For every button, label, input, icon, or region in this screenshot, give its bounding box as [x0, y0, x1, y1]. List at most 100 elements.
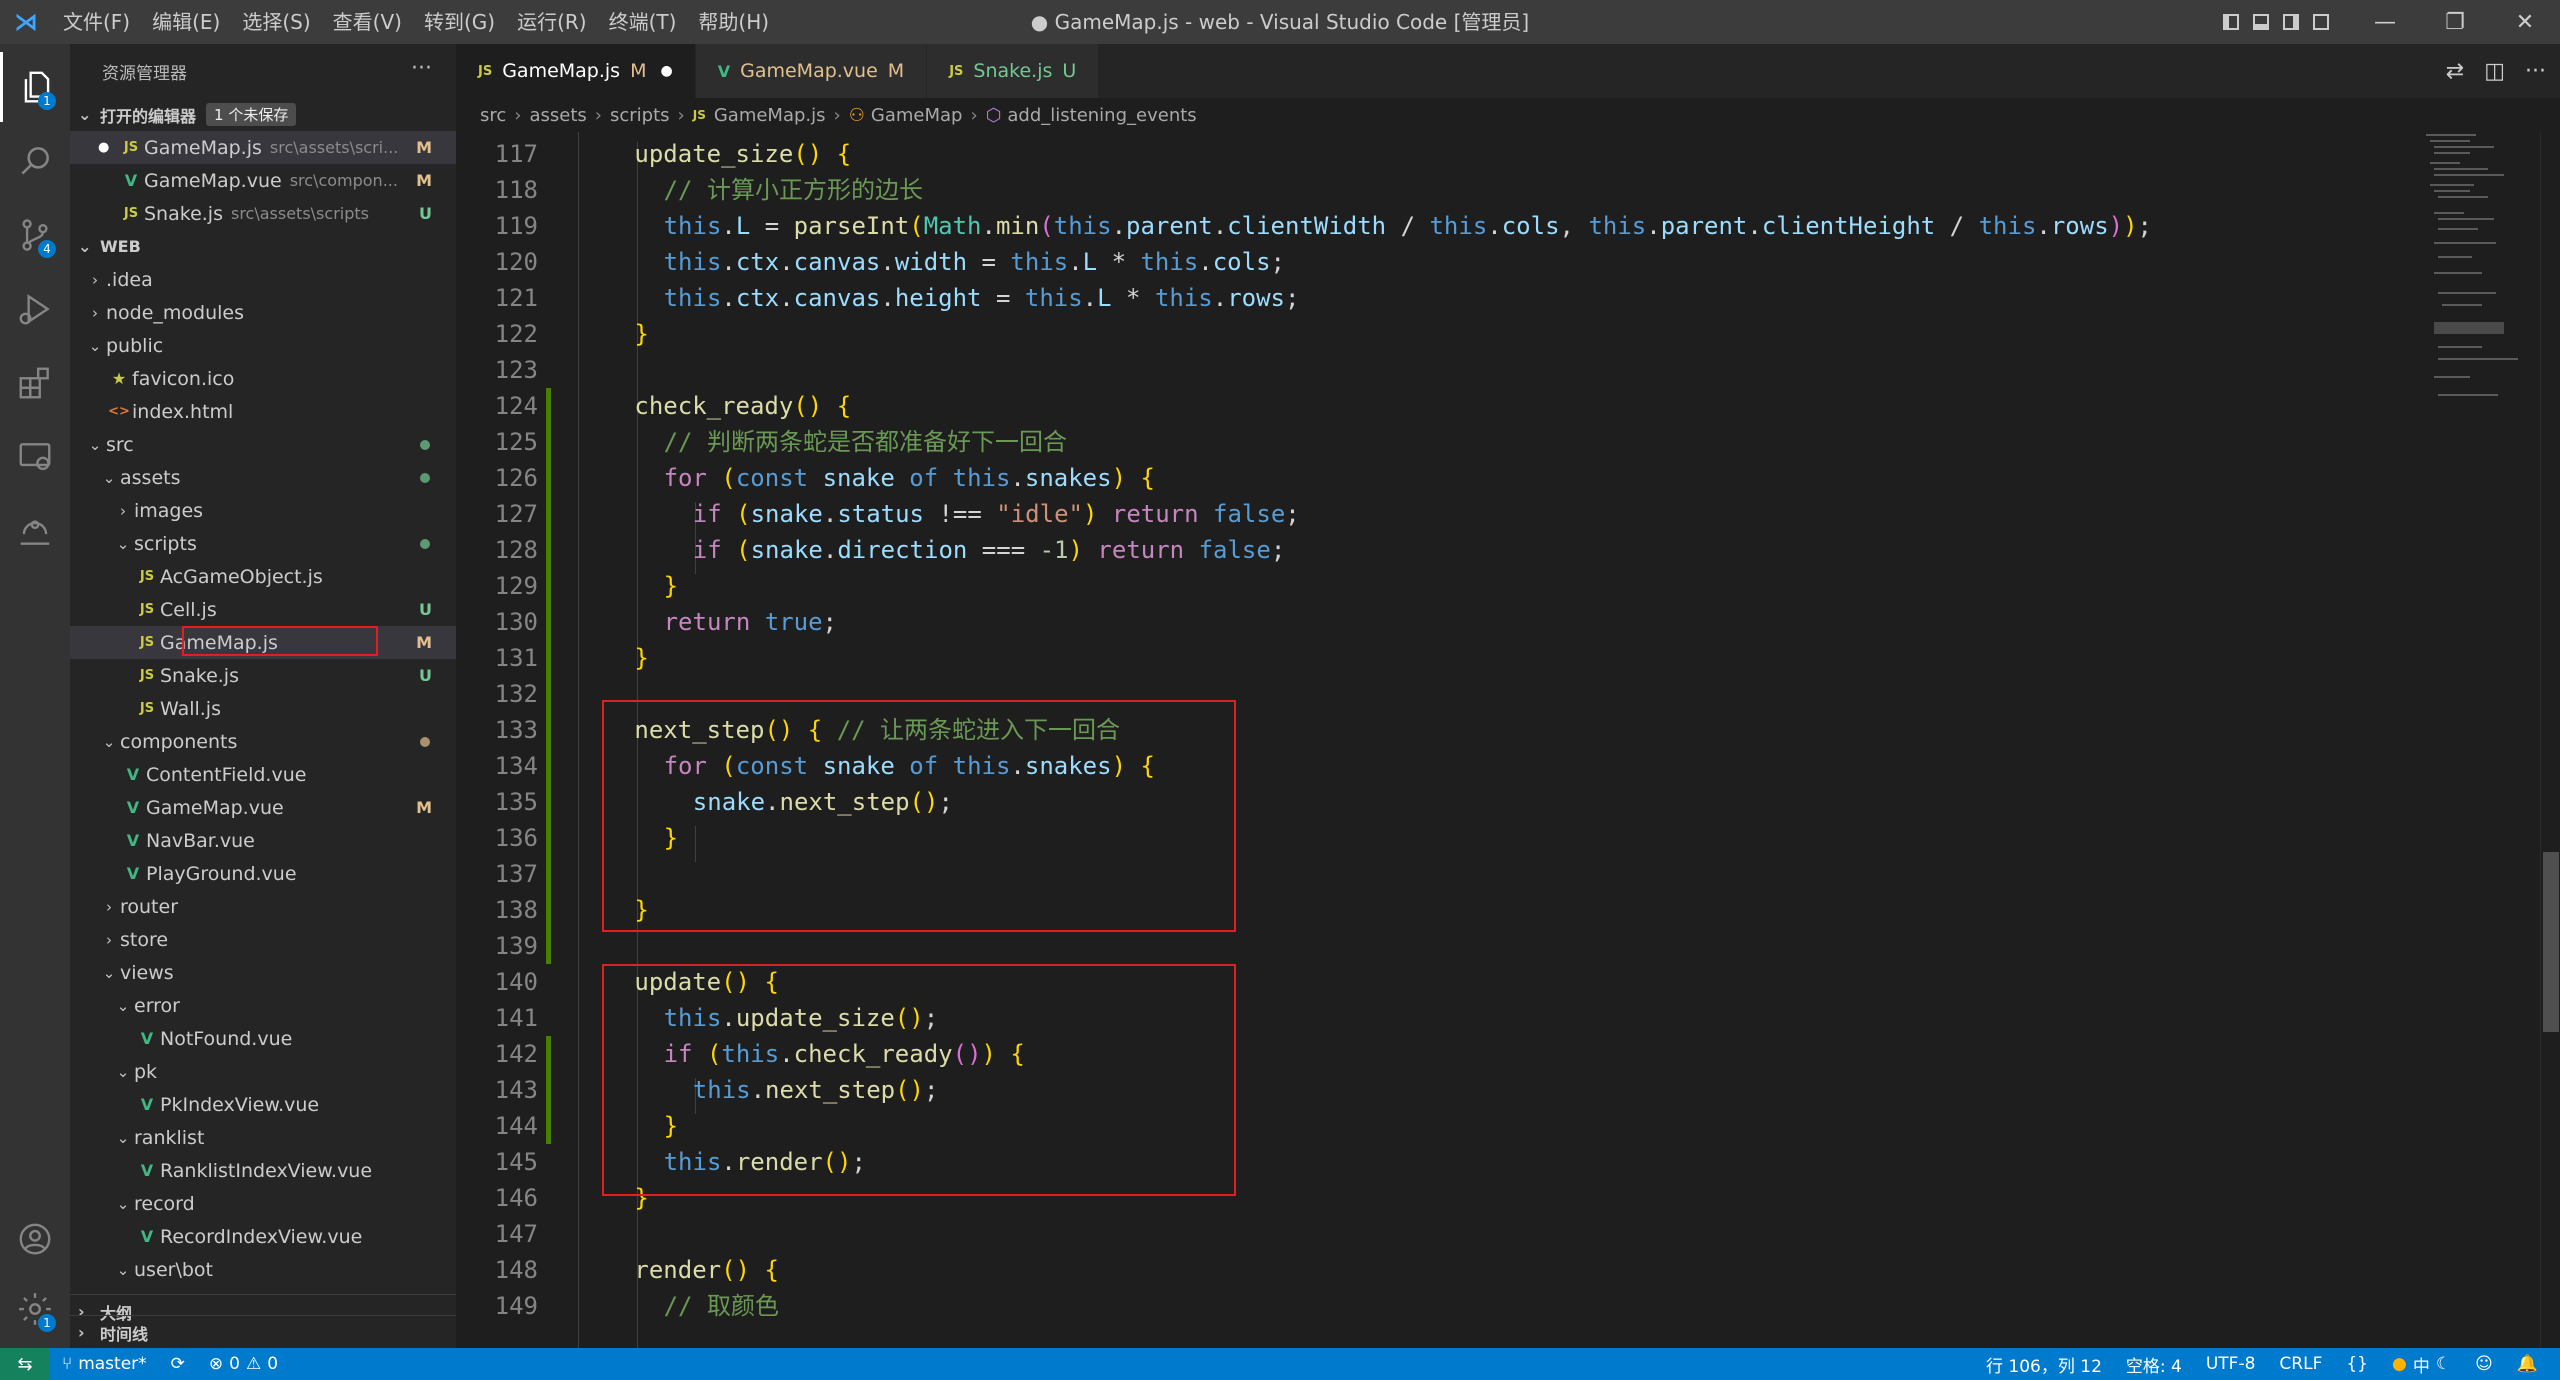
timeline-git-icon[interactable]	[0, 496, 70, 566]
tree-folder[interactable]: ⌄ assets	[70, 461, 456, 494]
unsaved-dot-icon[interactable]: ●	[98, 140, 118, 155]
menu-view[interactable]: 查看(V)	[322, 0, 413, 44]
run-debug-icon[interactable]	[0, 274, 70, 344]
tree-folder[interactable]: ⌄ scripts	[70, 527, 456, 560]
tree-file[interactable]: V PlayGround.vue	[70, 857, 456, 890]
tree-folder[interactable]: ⌄ error	[70, 989, 456, 1022]
tree-file[interactable]: V PkIndexView.vue	[70, 1088, 456, 1121]
compare-changes-icon[interactable]: ⇄	[2446, 59, 2464, 84]
encoding[interactable]: UTF-8	[2194, 1354, 2268, 1374]
menu-file[interactable]: 文件(F)	[52, 0, 141, 44]
problems-indicator[interactable]: ⊗ 0 ⚠ 0	[197, 1354, 290, 1374]
menu-go[interactable]: 转到(G)	[413, 0, 506, 44]
customize-layout-icon[interactable]	[2306, 0, 2336, 44]
menu-run[interactable]: 运行(R)	[506, 0, 598, 44]
tree-folder[interactable]: › router	[70, 890, 456, 923]
source-control-icon[interactable]: 4	[0, 200, 70, 270]
tree-file[interactable]: JS GameMap.js M	[70, 626, 456, 659]
tree-folder[interactable]: › .idea	[70, 263, 456, 296]
tree-folder[interactable]: ⌄ user\bot	[70, 1253, 456, 1286]
git-status-dot-icon	[420, 439, 430, 450]
close-window-button[interactable]: ✕	[2490, 0, 2560, 44]
language-mode[interactable]: {}	[2334, 1354, 2380, 1374]
tab-snake-js[interactable]: JS Snake.js U	[927, 44, 1100, 98]
remote-explorer-icon[interactable]	[0, 422, 70, 492]
indentation[interactable]: 空格: 4	[2114, 1352, 2194, 1377]
tree-folder[interactable]: ⌄ src	[70, 428, 456, 461]
account-icon[interactable]	[0, 1204, 70, 1274]
breadcrumb-file[interactable]: GameMap.js	[714, 105, 826, 126]
tree-file[interactable]: JS Cell.js U	[70, 593, 456, 626]
code-line: // 判断两条蛇是否都准备好下一回合	[663, 428, 1067, 456]
ime-indicator[interactable]: ● 中 ☾	[2380, 1352, 2463, 1377]
restore-button[interactable]: ❐	[2420, 0, 2490, 44]
breadcrumb-src[interactable]: src	[480, 105, 506, 126]
tab-gamemap-vue[interactable]: V GameMap.vue M	[695, 44, 928, 98]
menu-terminal[interactable]: 终端(T)	[598, 0, 688, 44]
tree-file[interactable]: V RecordIndexView.vue	[70, 1220, 456, 1253]
extensions-icon[interactable]	[0, 348, 70, 418]
explorer-more-icon[interactable]: ···	[411, 56, 432, 81]
toggle-panel-icon[interactable]	[2246, 0, 2276, 44]
menu-edit[interactable]: 编辑(E)	[141, 0, 231, 44]
menu-help[interactable]: 帮助(H)	[687, 0, 780, 44]
breadcrumb-class[interactable]: GameMap	[871, 105, 963, 126]
menu-selection[interactable]: 选择(S)	[231, 0, 321, 44]
tree-file[interactable]: V GameMap.vue M	[70, 791, 456, 824]
tree-folder[interactable]: ⌄ components	[70, 725, 456, 758]
tree-folder[interactable]: ⌄ ranklist	[70, 1121, 456, 1154]
git-change-gutter	[546, 640, 551, 676]
workspace-section[interactable]: ⌄ WEB	[70, 230, 456, 263]
code-editor[interactable]: 117 update_size() {118 // 计算小正方形的边长 119 this…	[456, 132, 2560, 1348]
tree-file[interactable]: V ContentField.vue	[70, 758, 456, 791]
search-icon[interactable]	[0, 126, 70, 196]
line-number: 146	[494, 1184, 538, 1212]
settings-gear-icon[interactable]: 1	[0, 1274, 70, 1344]
tree-folder[interactable]: › node_modules	[70, 296, 456, 329]
tree-file[interactable]: V NavBar.vue	[70, 824, 456, 857]
tree-folder[interactable]: ⌄ public	[70, 329, 456, 362]
toggle-sidebar-icon[interactable]	[2216, 0, 2246, 44]
breadcrumb-method[interactable]: add_listening_events	[1007, 105, 1196, 126]
tree-file[interactable]: ★ favicon.ico	[70, 362, 456, 395]
sync-icon[interactable]: ⟳	[159, 1354, 197, 1374]
tab-gamemap-js[interactable]: JS GameMap.js M ●	[456, 44, 696, 98]
tree-file[interactable]: <> index.html	[70, 395, 456, 428]
breadcrumb-assets[interactable]: assets	[529, 105, 586, 126]
tree-folder[interactable]: › store	[70, 923, 456, 956]
tab-label: GameMap.js	[502, 60, 621, 82]
remote-indicator-icon[interactable]: ⇆	[0, 1348, 50, 1380]
tree-folder[interactable]: ⌄ views	[70, 956, 456, 989]
explorer-icon[interactable]: 1	[0, 52, 70, 122]
timeline-section[interactable]: › 时间线	[70, 1315, 464, 1349]
tree-file[interactable]: JS Snake.js U	[70, 659, 456, 692]
minimize-button[interactable]: —	[2350, 0, 2420, 44]
tree-file[interactable]: V NotFound.vue	[70, 1022, 456, 1055]
tree-folder[interactable]: ⌄ record	[70, 1187, 456, 1220]
more-actions-icon[interactable]: ···	[2525, 59, 2546, 84]
notifications-icon[interactable]: 🔔	[2505, 1354, 2550, 1374]
git-branch[interactable]: ⑂ master*	[50, 1354, 159, 1374]
git-status-badge: U	[419, 600, 432, 619]
scrollbar-thumb[interactable]	[2543, 852, 2559, 1032]
tree-folder[interactable]: ⌄ pk	[70, 1055, 456, 1088]
breadcrumb-scripts[interactable]: scripts	[610, 105, 670, 126]
feedback-icon[interactable]: ☺	[2463, 1354, 2505, 1374]
cursor-position[interactable]: 行 106，列 12	[1974, 1352, 2114, 1377]
vertical-scrollbar[interactable]	[2540, 132, 2560, 1348]
open-editors-label: 打开的编辑器	[100, 106, 197, 126]
open-editors-section[interactable]: ⌄ 打开的编辑器 1 个未保存	[70, 98, 456, 131]
tree-item-label: RanklistIndexView.vue	[160, 1159, 373, 1182]
split-editor-icon[interactable]: ◫	[2484, 59, 2505, 84]
tree-folder[interactable]: › images	[70, 494, 456, 527]
open-editor-item[interactable]: ● JS GameMap.js src\assets\scri... M	[70, 131, 456, 164]
open-editor-item[interactable]: JS Snake.js src\assets\scripts U	[70, 197, 456, 230]
tree-file[interactable]: V RanklistIndexView.vue	[70, 1154, 456, 1187]
tree-file[interactable]: JS AcGameObject.js	[70, 560, 456, 593]
line-ending[interactable]: CRLF	[2267, 1354, 2334, 1374]
open-editor-item[interactable]: V GameMap.vue src\compon... M	[70, 164, 456, 197]
toggle-secondary-sidebar-icon[interactable]	[2276, 0, 2306, 44]
minimap[interactable]	[2420, 132, 2540, 462]
tree-file[interactable]: JS Wall.js	[70, 692, 456, 725]
unsaved-dot-icon[interactable]: ●	[661, 63, 673, 79]
